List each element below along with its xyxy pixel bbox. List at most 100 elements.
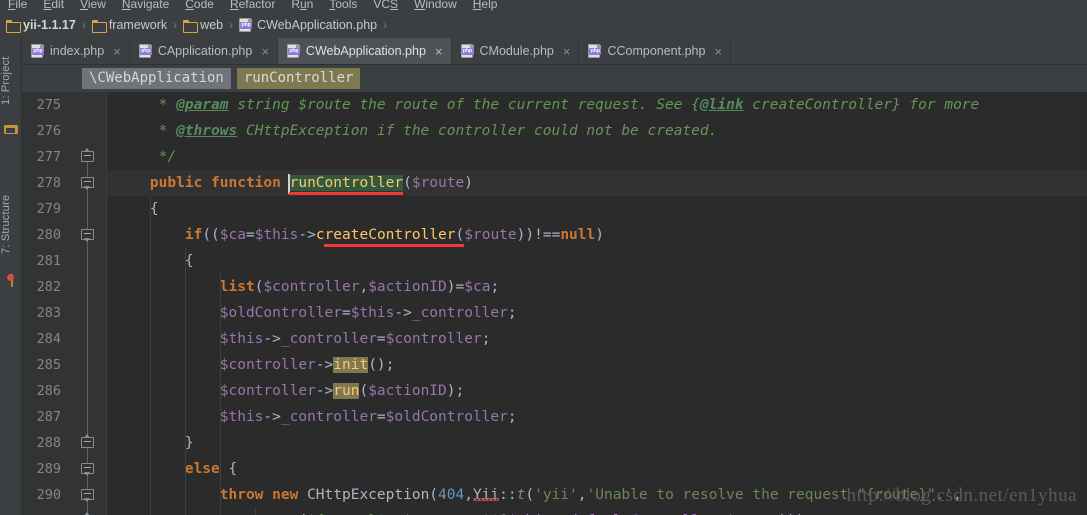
fold-guide-line [87,157,88,515]
breadcrumb-item-0[interactable]: yii-1.1.17 [6,18,76,33]
breadcrumb-separator: › [81,18,86,32]
indent-guide [149,196,151,515]
code-line-284[interactable]: $this->_controller=$controller; [107,326,1087,352]
breadcrumb-item-2[interactable]: web [183,18,223,33]
fold-marker-289[interactable] [81,463,94,476]
menu-item-file[interactable]: File [0,0,35,13]
editor-tab-label: CApplication.php [157,44,253,58]
code-line-286[interactable]: $controller->run($actionID); [107,378,1087,404]
menu-item-navigate[interactable]: Navigate [114,0,177,13]
folder-icon [91,19,107,33]
menu-bar: File Edit View Navigate Code Refactor Run Tools… [0,0,1087,13]
close-icon[interactable]: × [714,45,722,58]
menu-item-edit[interactable]: Edit [35,0,72,13]
menu-bar-items: File Edit View Navigate Code Refactor Run Tools… [0,0,505,13]
code-line-282[interactable]: list($controller,$actionID)=$ca; [107,274,1087,300]
php-file-icon: php [31,44,45,58]
code-line-text: $controller->init(); [219,357,395,373]
code-line-text: $controller->run($actionID); [219,383,465,399]
menu-item-vcs[interactable]: VCS [365,0,406,13]
editor-tab-cmodule-php[interactable]: php CModule.php × [452,38,580,64]
code-line-275[interactable]: * @param string $route the route of the … [107,92,1087,118]
menu-item-refactor[interactable]: Refactor [222,0,283,13]
left-tool-strip: 1: Project 7: Structure [0,38,22,515]
editor-tab-ccomponent-php[interactable]: php CComponent.php × [579,38,732,64]
code-line-277[interactable]: */ [107,144,1087,170]
breadcrumb-item-label: CWebApplication.php [257,18,378,32]
editor-tab-label: CWebApplication.php [305,44,426,58]
close-icon[interactable]: × [113,45,121,58]
menu-item-view[interactable]: View [72,0,114,13]
code-line-text: * @param string $route the route of the … [115,97,980,113]
line-number: 283 [36,305,61,321]
code-line-280[interactable]: if(($ca=$this->createController($route))… [107,222,1087,248]
editor-tab-capplication-php[interactable]: php CApplication.php × [130,38,278,64]
project-icon [4,122,18,136]
navbar-class-chip[interactable]: \CWebApplication [82,68,231,89]
fold-marker-280[interactable] [81,229,94,242]
line-number: 285 [36,357,61,373]
sidebar-item-structure[interactable]: 7: Structure [0,178,22,270]
fold-marker-277[interactable] [81,148,94,164]
code-line-276[interactable]: * @throws CHttpException if the controll… [107,118,1087,144]
fold-marker-288[interactable] [81,434,94,450]
line-number: 281 [36,253,61,269]
line-number: 277 [36,149,61,165]
line-number: 287 [36,409,61,425]
code-line-279[interactable]: { [107,196,1087,222]
fold-marker-278[interactable] [81,177,94,190]
editor-tab-cwebapplication-php[interactable]: php CWebApplication.php × [277,38,452,64]
editor-tab-index-php[interactable]: php index.php × [22,38,130,64]
annotation-underline-0 [289,192,403,195]
breadcrumb-item-label: yii-1.1.17 [23,18,76,32]
close-icon[interactable]: × [261,45,269,58]
watermark-text: http://blog.csdn.net/en1yhua [846,485,1077,506]
breadcrumb-item-label: framework [108,18,168,32]
php-file-icon: php [286,44,301,58]
menu-item-code[interactable]: Code [177,0,222,13]
line-number: 284 [36,331,61,347]
php-file-icon: php [239,18,253,32]
navbar-method-chip[interactable]: runController [236,68,361,89]
editor-gutter[interactable]: 275 276 277 278 279 280 281 282 283 284 285 286 287 2… [22,92,107,515]
folder-icon [183,19,199,33]
line-number: 291 [22,508,61,515]
breadcrumb[interactable]: yii-1.1.17 › framework › web › php CWebApplicat… [0,13,1087,37]
line-number: 282 [36,279,61,295]
code-content[interactable]: * @param string $route the route of the … [107,92,1087,515]
php-file-icon: php [588,44,602,58]
sidebar-item-project[interactable]: 1: Project [0,44,22,118]
indent-guide [254,508,256,515]
editor-tab-label: index.php [50,44,105,58]
breadcrumb-item-1[interactable]: framework [91,18,168,33]
menu-item-help[interactable]: Help [465,0,506,13]
editor-tab-label: CModule.php [479,44,554,58]
code-line-text: $this->_controller=$controller; [219,331,491,347]
menu-item-window[interactable]: Window [406,0,465,13]
code-line-text: } [115,435,194,451]
breadcrumb-item-3[interactable]: php CWebApplication.php [239,18,377,32]
code-line-288[interactable]: } [107,430,1087,456]
editor-tab-label: CComponent.php [607,44,706,58]
close-icon[interactable]: × [563,45,571,58]
line-number: 280 [36,227,61,243]
code-line-text: throw new CHttpException(404,Yii::t('yii… [219,487,962,503]
code-line-281[interactable]: { [107,248,1087,274]
line-number: 290 [36,487,61,503]
menu-item-run[interactable]: Run [283,0,321,13]
menu-item-tools[interactable]: Tools [321,0,365,13]
code-line-283[interactable]: $oldController=$this->_controller; [107,300,1087,326]
indent-guide [184,248,186,515]
code-line-287[interactable]: $this->_controller=$oldController; [107,404,1087,430]
code-line-285[interactable]: $controller->init(); [107,352,1087,378]
breadcrumb-separator: › [383,18,388,32]
code-line-text: */ [115,149,177,165]
folder-icon [6,19,21,33]
fold-marker-290[interactable] [81,489,94,502]
code-line-289[interactable]: else { [107,456,1087,482]
close-icon[interactable]: × [435,45,443,58]
code-line-278[interactable]: public function runController($route) [107,170,1087,196]
code-editor[interactable]: 275 276 277 278 279 280 281 282 283 284 285 286 287 2… [22,92,1087,515]
breadcrumb-separator: › [229,18,234,32]
line-number: 289 [36,461,61,477]
